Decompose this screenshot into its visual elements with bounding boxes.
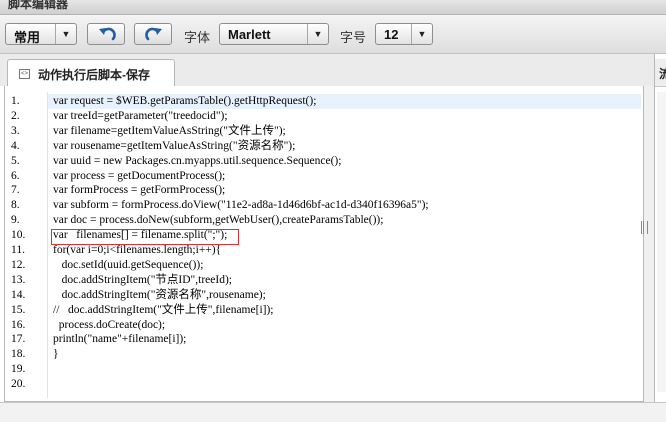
script-icon: <> <box>19 69 30 79</box>
line-number: 2. <box>11 109 20 122</box>
tab-strip: <> 动作执行后脚本-保存 <box>0 54 666 86</box>
font-size-select[interactable]: 12 ▼ <box>375 23 433 45</box>
undo-arrow-icon <box>99 27 116 41</box>
code-line[interactable]: println("name"+filename[i]); <box>53 332 186 347</box>
code-line[interactable]: var rousename=getItemValueAsString("资源名称… <box>53 139 295 154</box>
line-number: 19. <box>11 363 26 376</box>
code-line[interactable]: var filenames[] = filename.split(";"); <box>53 228 227 243</box>
right-panel-title: 流 <box>659 65 666 82</box>
line-number: 3. <box>11 124 20 137</box>
style-select[interactable]: 常用 ▼ <box>5 23 77 45</box>
line-number: 16. <box>11 318 26 331</box>
code-line[interactable]: var subform = formProcess.doView("11e2-a… <box>53 198 429 213</box>
code-line[interactable]: } <box>53 347 59 362</box>
font-size-label: 字号 <box>340 30 367 45</box>
bottom-status-bar <box>0 402 666 422</box>
code-line[interactable]: for(var i=0;i<filenames.length;i++){ <box>53 243 221 258</box>
code-line[interactable]: var treeId=getParameter("treedocid"); <box>53 109 228 124</box>
line-number: 12. <box>11 258 26 271</box>
line-number: 20. <box>11 378 26 391</box>
line-number: 11. <box>11 244 25 256</box>
code-area[interactable]: var request = $WEB.getParamsTable().getH… <box>47 92 641 398</box>
code-line[interactable]: var uuid = new Packages.cn.myapps.util.s… <box>53 154 341 169</box>
right-side-panel: 流 <box>654 54 666 402</box>
line-number-gutter: 1. 2. 3. 4. 5. 6. 7. 8. 9. 10. 11. 12. 13. 14. 15. 16. 1… <box>9 92 47 398</box>
code-editor[interactable]: 1. 2. 3. 4. 5. 6. 7. 8. 9. 10. 11. 12. 13. 14. 15. 16. 1… <box>9 92 641 398</box>
code-line[interactable]: var request = $WEB.getParamsTable().getH… <box>53 94 316 109</box>
editor-toolbar: 常用 ▼ 字体 Marlett ▼ 字号 12 ▼ <box>0 15 666 54</box>
line-number: 13. <box>11 273 26 286</box>
font-label: 字体 <box>184 30 211 45</box>
line-number: 15. <box>11 303 26 316</box>
tab-after-action-script-save[interactable]: <> 动作执行后脚本-保存 <box>7 59 175 86</box>
chevron-down-icon[interactable]: ▼ <box>55 24 76 44</box>
font-family-select[interactable]: Marlett ▼ <box>219 23 329 45</box>
code-line[interactable]: var formProcess = getFormProcess(); <box>53 183 225 198</box>
undo-button[interactable] <box>87 23 125 45</box>
line-number: 9. <box>11 214 20 227</box>
line-number: 17. <box>11 333 26 346</box>
redo-button[interactable] <box>134 23 172 45</box>
font-size-value: 12 <box>384 27 399 42</box>
line-number: 6. <box>11 169 20 182</box>
code-line[interactable]: doc.addStringItem("资源名称",rousename); <box>53 288 266 303</box>
line-number: 18. <box>11 348 26 361</box>
script-editor-panel: 1. 2. 3. 4. 5. 6. 7. 8. 9. 10. 11. 12. 13. 14. 15. 16. 1… <box>4 86 644 402</box>
code-line[interactable]: var filename=getItemValueAsString("文件上传"… <box>53 124 286 139</box>
line-number: 14. <box>11 288 26 301</box>
line-number: 4. <box>11 139 20 152</box>
code-line[interactable]: var doc = process.doNew(subform,getWebUs… <box>53 213 383 228</box>
splitter-grip-icon[interactable] <box>641 221 648 234</box>
chevron-down-icon[interactable]: ▼ <box>307 24 328 44</box>
code-line[interactable]: var process = getDocumentProcess(); <box>53 169 225 184</box>
right-panel-header: 流 <box>655 59 666 87</box>
line-number: 1. <box>11 95 20 107</box>
code-line[interactable]: doc.setId(uuid.getSequence()); <box>53 258 204 273</box>
right-panel-body <box>657 92 666 392</box>
line-number: 10. <box>11 229 26 242</box>
panel-splitter[interactable] <box>644 86 654 402</box>
code-line[interactable]: // doc.addStringItem("文件上传",filename[i])… <box>53 303 274 318</box>
code-line[interactable]: process.doCreate(doc); <box>53 318 165 333</box>
chevron-down-icon[interactable]: ▼ <box>411 24 432 44</box>
window-title: 脚本编辑器 <box>8 0 69 11</box>
line-number: 8. <box>11 199 20 212</box>
font-select-value: Marlett <box>228 27 271 42</box>
window-title-bar: 脚本编辑器 <box>0 0 666 15</box>
redo-arrow-icon <box>145 27 162 41</box>
style-select-value: 常用 <box>14 30 41 45</box>
line-number: 7. <box>11 184 20 197</box>
tab-label: 动作执行后脚本-保存 <box>38 68 150 82</box>
line-number: 5. <box>11 154 20 167</box>
code-line[interactable]: doc.addStringItem("节点ID",treeId); <box>53 273 232 288</box>
